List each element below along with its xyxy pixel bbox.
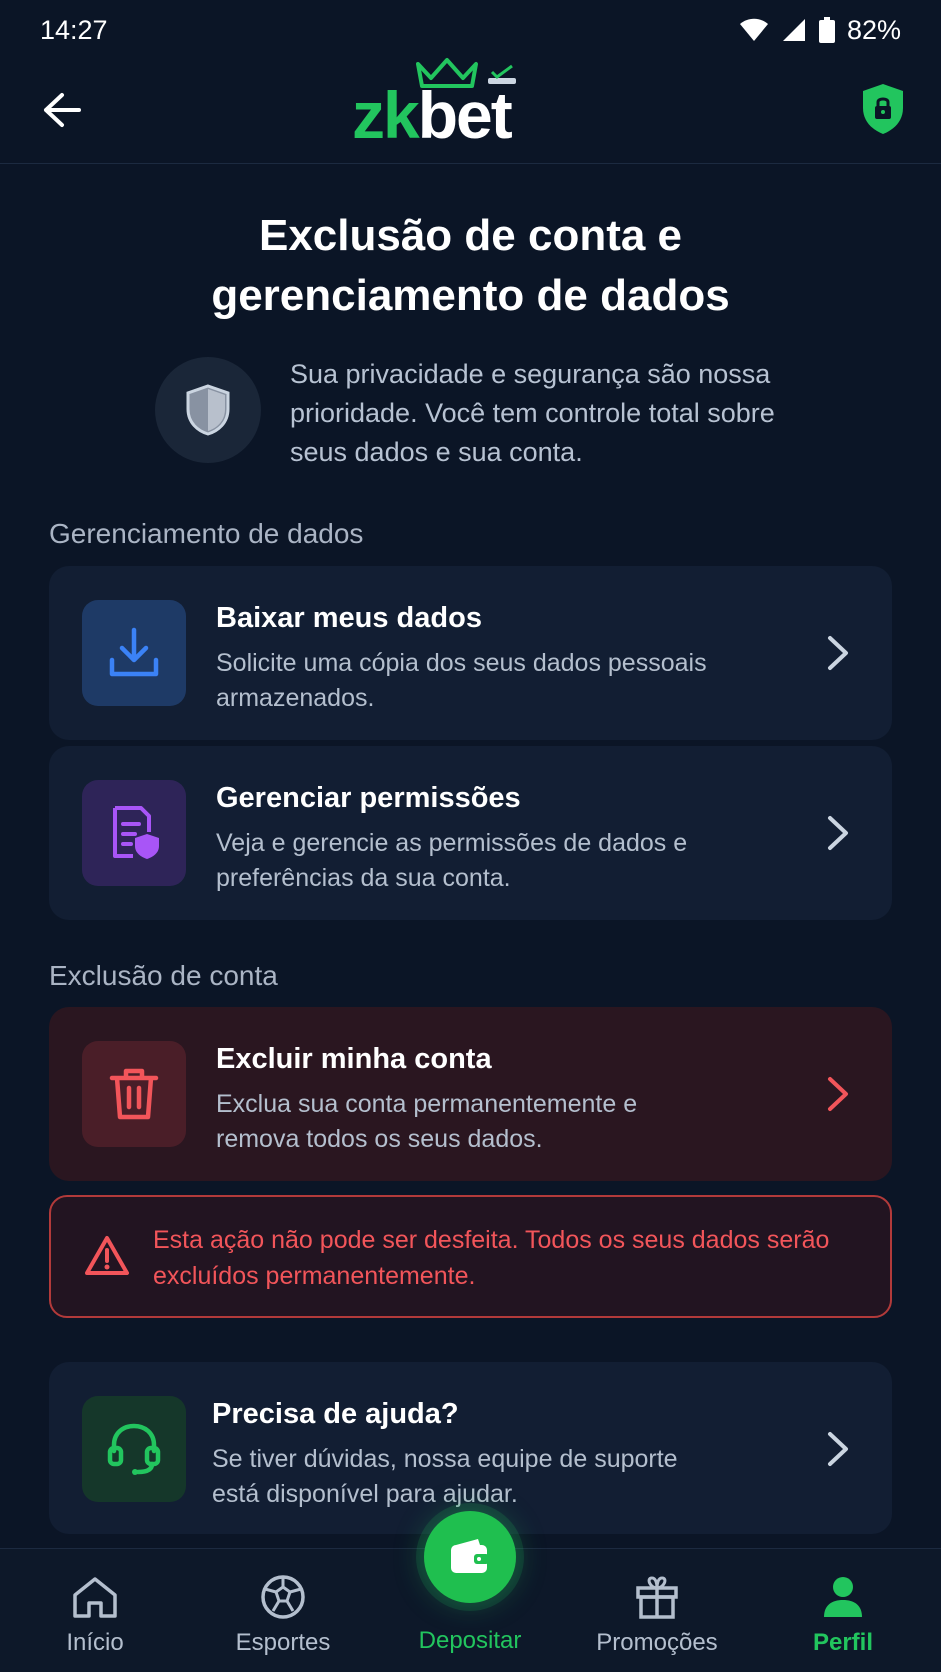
section-data-management: Gerenciamento de dados bbox=[49, 518, 364, 549]
trash-icon bbox=[109, 1068, 159, 1120]
wifi-icon bbox=[739, 18, 768, 41]
nav-promotions-label: Promoções bbox=[596, 1629, 718, 1656]
delete-account-title: Excluir minha conta bbox=[216, 1043, 492, 1075]
app-header: zkbet bbox=[0, 58, 941, 164]
delete-account-description: Exclua sua conta permanentemente e remov… bbox=[216, 1090, 638, 1153]
manage-permissions-description: Veja e gerencie as permissões de dados e… bbox=[216, 829, 688, 892]
zkbet-logo: zkbet bbox=[352, 58, 582, 150]
manage-permissions-title: Gerenciar permissões bbox=[216, 782, 521, 814]
help-icon-box bbox=[82, 1396, 186, 1502]
logo-wordmark: zkbet bbox=[352, 82, 513, 148]
home-icon bbox=[71, 1573, 119, 1621]
status-time: 14:27 bbox=[40, 14, 108, 45]
delete-icon-box bbox=[82, 1041, 186, 1147]
status-bar: 14:27 82% bbox=[0, 0, 941, 60]
battery-level: 82% bbox=[846, 14, 901, 45]
manage-permissions-card[interactable]: Gerenciar permissões Veja e gerencie as … bbox=[49, 746, 892, 920]
warning-icon bbox=[85, 1236, 129, 1275]
chevron-right-icon bbox=[828, 636, 848, 670]
help-card[interactable]: Precisa de ajuda? Se tiver dúvidas, noss… bbox=[49, 1362, 892, 1534]
status-indicators: 82% bbox=[739, 15, 901, 46]
warning-text: Esta ação não pode ser desfeita. Todos o… bbox=[153, 1226, 830, 1290]
nav-home[interactable]: Início bbox=[10, 1549, 180, 1672]
deletion-warning: Esta ação não pode ser desfeita. Todos o… bbox=[49, 1195, 892, 1318]
signal-icon bbox=[782, 19, 805, 41]
document-shield-icon bbox=[113, 806, 159, 859]
user-icon bbox=[822, 1573, 864, 1621]
shield-icon bbox=[186, 384, 230, 436]
logo-zk: zk bbox=[352, 78, 420, 152]
nav-profile-label: Perfil bbox=[812, 1629, 874, 1656]
nav-sports-label: Esportes bbox=[235, 1629, 331, 1656]
nav-profile[interactable]: Perfil bbox=[758, 1549, 928, 1672]
shield-lock-icon bbox=[863, 84, 903, 134]
gift-icon bbox=[634, 1573, 680, 1621]
nav-sports[interactable]: Esportes bbox=[198, 1549, 368, 1672]
arrow-left-icon bbox=[44, 93, 81, 127]
logo-bet: bet bbox=[417, 78, 513, 152]
security-button[interactable] bbox=[860, 82, 906, 136]
download-icon-box bbox=[82, 600, 186, 706]
intro-text: Sua privacidade e segurança são nossa pr… bbox=[290, 359, 775, 467]
back-button[interactable] bbox=[38, 86, 86, 134]
battery-icon bbox=[818, 17, 835, 43]
nav-home-label: Início bbox=[66, 1629, 124, 1656]
soccer-ball-icon bbox=[259, 1573, 307, 1621]
download-data-description: Solicite uma cópia dos seus dados pessoa… bbox=[216, 649, 707, 712]
chevron-right-icon bbox=[828, 816, 848, 850]
delete-account-card[interactable]: Excluir minha conta Exclua sua conta per… bbox=[49, 1007, 892, 1181]
page-title-line2: gerenciamento de dados bbox=[211, 271, 730, 320]
deposit-button[interactable] bbox=[424, 1511, 516, 1603]
help-description: Se tiver dúvidas, nossa equipe de suport… bbox=[212, 1445, 678, 1508]
page-title: Exclusão de conta e gerenciamento de dad… bbox=[0, 206, 941, 326]
download-icon bbox=[109, 627, 159, 677]
headset-icon bbox=[107, 1423, 161, 1475]
page-title-line1: Exclusão de conta e bbox=[258, 211, 683, 260]
section-account-deletion: Exclusão de conta bbox=[49, 960, 278, 991]
wallet-icon bbox=[451, 1539, 489, 1573]
help-title: Precisa de ajuda? bbox=[212, 1398, 459, 1430]
chevron-right-icon bbox=[828, 1077, 848, 1111]
download-data-title: Baixar meus dados bbox=[216, 602, 482, 634]
nav-deposit-label: Depositar bbox=[418, 1627, 522, 1654]
privacy-shield-badge bbox=[155, 357, 261, 463]
download-data-card[interactable]: Baixar meus dados Solicite uma cópia dos… bbox=[49, 566, 892, 740]
permissions-icon-box bbox=[82, 780, 186, 886]
chevron-right-icon bbox=[828, 1432, 848, 1466]
nav-promotions[interactable]: Promoções bbox=[572, 1549, 742, 1672]
